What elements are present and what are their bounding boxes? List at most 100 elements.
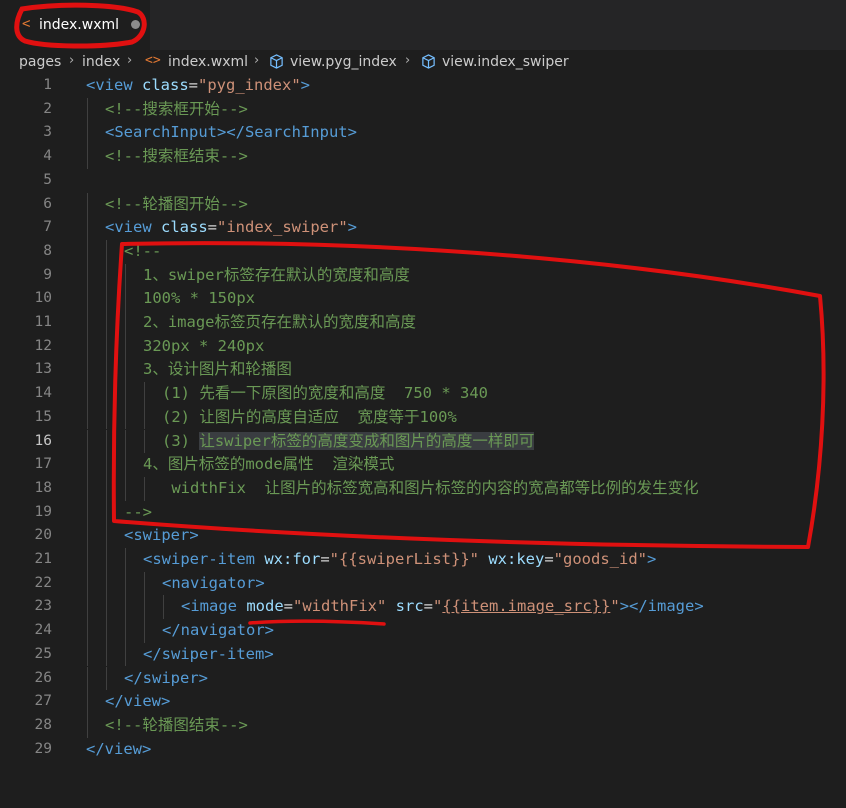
code-line[interactable]: 25 </swiper-item> [0, 642, 846, 667]
tab-index-wxml[interactable]: < index.wxml [0, 0, 150, 50]
code-line[interactable]: 11 2、image标签页存在默认的宽度和高度 [0, 311, 846, 335]
code-line[interactable]: 22 <navigator> [0, 571, 846, 596]
code-line[interactable]: 28 <!--轮播图结束--> [0, 713, 846, 738]
indent-guide [87, 690, 88, 714]
line-number: 5 [43, 171, 52, 188]
code-text: (1) 先看一下原图的宽度和高度 750 * 340 [162, 382, 488, 406]
indent-guide [106, 382, 107, 406]
code-token: = [544, 550, 554, 568]
indent-guide [87, 358, 88, 383]
indent-guide [144, 429, 145, 454]
indent-guide [144, 476, 145, 501]
indent-guide [125, 358, 126, 383]
indent-guide [87, 642, 88, 667]
code-token: </swiper> [124, 668, 208, 687]
indent-guide [106, 263, 107, 288]
indent-guide [106, 239, 107, 264]
indent-guide [87, 476, 88, 501]
code-line[interactable]: 16 (3) 让swiper标签的高度变成和图片的高度一样即可 [0, 429, 846, 454]
indent-guide [87, 311, 88, 335]
code-line[interactable]: 7 <view class="index_swiper"> [0, 216, 846, 240]
code-line[interactable]: 19 --> [0, 500, 846, 525]
code-line[interactable]: 10 100% * 150px [0, 287, 846, 311]
symbol-cube-icon [422, 54, 435, 69]
code-text: <SearchInput></SearchInput> [105, 121, 357, 145]
code-line[interactable]: 14 (1) 先看一下原图的宽度和高度 750 * 340 [0, 382, 846, 406]
code-line[interactable]: 20 <swiper> [0, 524, 846, 548]
indent-guide [125, 429, 126, 454]
code-token: = [423, 597, 434, 616]
line-number: 20 [34, 527, 52, 544]
code-token: 100% * 150px [143, 289, 255, 308]
code-line[interactable]: 5 [0, 169, 846, 193]
code-line[interactable]: 12 320px * 240px [0, 334, 846, 359]
code-token: class [161, 218, 208, 237]
code-token: ></image> [619, 597, 704, 616]
breadcrumb-item-pages[interactable]: pages [19, 53, 61, 71]
code-line[interactable]: 27 </view> [0, 690, 846, 714]
code-text: 100% * 150px [143, 287, 255, 311]
line-number: 15 [34, 408, 52, 425]
code-line[interactable]: 2 <!--搜索框开始--> [0, 97, 846, 122]
code-text: --> [124, 501, 152, 525]
code-token: <navigator> [162, 573, 265, 592]
tab-label: index.wxml [39, 17, 120, 33]
indent-guide [87, 524, 88, 548]
code-line[interactable]: 18 widthFix 让图片的标签宽高和图片标签的内容的宽高都等比例的发生变化 [0, 476, 846, 501]
chevron-right-icon: › [405, 53, 411, 68]
code-text: <view class="pyg_index"> [86, 74, 310, 98]
code-line[interactable]: 13 3、设计图片和轮播图 [0, 358, 846, 383]
indent-guide [106, 311, 107, 335]
line-number: 18 [34, 479, 52, 496]
indent-guide [87, 571, 88, 596]
code-token: " [610, 597, 620, 616]
breadcrumb-item-index-swiper[interactable]: view.index_swiper [442, 53, 569, 71]
line-number: 3 [43, 124, 52, 141]
indent-guide [125, 642, 126, 667]
line-number: 21 [34, 551, 52, 567]
unsaved-dot-icon[interactable] [131, 20, 140, 29]
code-line[interactable]: 26 </swiper> [0, 666, 846, 691]
line-number: 16 [34, 432, 52, 449]
line-number: 12 [34, 337, 52, 354]
indent-guide [106, 405, 107, 430]
indent-guide [125, 263, 126, 288]
code-token: 2、image标签页存在默认的宽度和高度 [143, 313, 416, 331]
indent-guide [144, 571, 145, 596]
indent-guide [106, 334, 107, 359]
code-line[interactable]: 29 </view> [0, 738, 846, 762]
code-line[interactable]: 6 <!--轮播图开始--> [0, 192, 846, 217]
code-editor[interactable]: 1 <view class="pyg_index"> 2 <!--搜索框开始--> 3 <… [0, 74, 846, 808]
indent-guide [106, 595, 107, 620]
code-text: <!--搜索框结束--> [105, 145, 248, 169]
indent-guide [87, 453, 88, 477]
code-line[interactable]: 3 <SearchInput></SearchInput> [0, 121, 846, 146]
code-line[interactable]: 15 (2) 让图片的高度自适应 宽度等于100% [0, 405, 846, 430]
code-line[interactable]: 24 </navigator> [0, 619, 846, 643]
line-number: 22 [34, 574, 52, 591]
code-line[interactable]: 9 1、swiper标签存在默认的宽度和高度 [0, 263, 846, 288]
code-token: > [347, 218, 358, 237]
code-text: (3) 让swiper标签的高度变成和图片的高度一样即可 [162, 430, 535, 454]
line-number: 11 [34, 314, 52, 330]
code-line[interactable]: 1 <view class="pyg_index"> [0, 74, 846, 98]
breadcrumb-item-file[interactable]: index.wxml [168, 53, 248, 71]
code-token: (3) [162, 431, 200, 450]
code-token: 320px * 240px [143, 336, 265, 355]
indent-guide [125, 619, 126, 643]
breadcrumb-item-index[interactable]: index [82, 53, 120, 71]
code-token: = [188, 76, 199, 94]
code-line[interactable]: 8 <!-- [0, 239, 846, 264]
line-number: 24 [34, 622, 52, 639]
code-line[interactable]: 4 <!--搜索框结束--> [0, 145, 846, 169]
code-text: widthFix 让图片的标签宽高和图片标签的内容的宽高都等比例的发生变化 [162, 477, 698, 501]
code-line[interactable]: 23 <image mode="widthFix" src="{{item.ima… [0, 595, 846, 620]
code-text: 320px * 240px [143, 335, 264, 359]
breadcrumb-item-pyg-index[interactable]: view.pyg_index [290, 53, 397, 71]
code-line[interactable]: 17 4、图片标签的mode属性 渲染模式 [0, 453, 846, 477]
indent-guide [87, 121, 88, 146]
code-line[interactable]: 21 <swiper-item wx:for="{{swiperList}}" w… [0, 548, 846, 572]
line-number: 14 [34, 385, 52, 402]
line-number: 4 [43, 148, 52, 165]
